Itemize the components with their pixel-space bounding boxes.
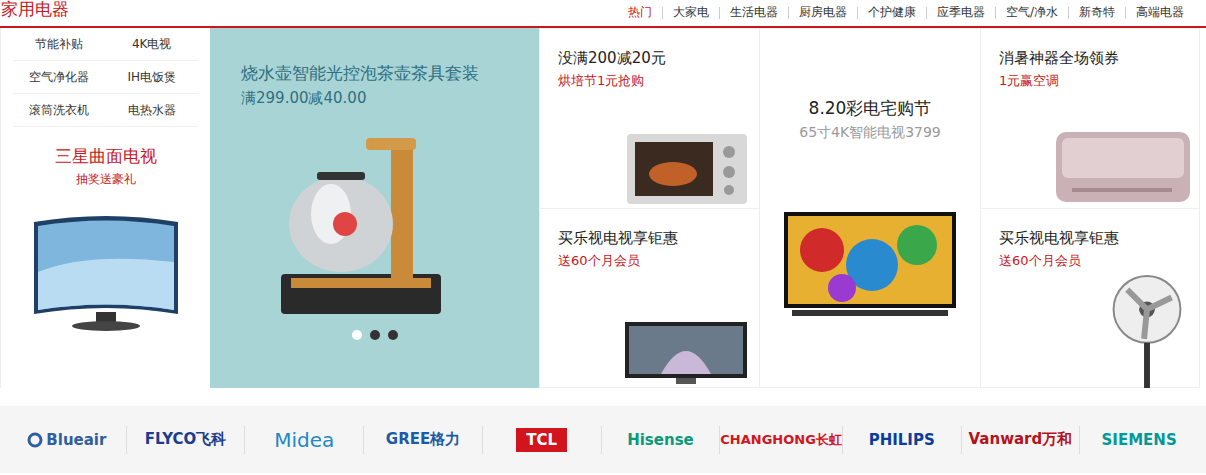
cell-title: 买乐视电视享钜惠 — [558, 229, 759, 248]
kettle-image — [271, 124, 451, 324]
nav-tab[interactable]: 空气/净水 — [996, 4, 1068, 21]
carousel-dot[interactable] — [388, 330, 398, 340]
nav-tab[interactable]: 热门 — [618, 4, 662, 21]
section-title: 家用电器 — [0, 0, 69, 26]
brand-name: FLYCO飞科 — [145, 430, 227, 449]
brand-logo[interactable]: TCL — [483, 428, 601, 452]
promo-title: 三星曲面电视 — [55, 145, 157, 168]
brand-name: GREE格力 — [386, 430, 460, 449]
promo-card[interactable]: 三星曲面电视抽奖送豪礼 — [1, 127, 210, 388]
cell-title: 消暑神器全场领券 — [999, 49, 1200, 68]
air-conditioner-image — [1052, 128, 1192, 208]
quick-link[interactable]: 电热水器 — [106, 94, 199, 127]
header-bar: 家用电器 热门大家电生活电器厨房电器个护健康应季电器空气/净水新奇特高端电器 — [0, 0, 1206, 28]
promo-cell[interactable]: 消暑神器全场领券 1元赢空调 — [980, 28, 1200, 208]
nav-tab[interactable]: 新奇特 — [1069, 4, 1125, 21]
nav-tab[interactable]: 生活电器 — [720, 4, 788, 21]
nav-separator — [1068, 7, 1069, 19]
brand-separator — [842, 426, 843, 454]
cell-subtitle: 1元赢空调 — [999, 72, 1200, 90]
cell-subtitle: 烘培节1元抢购 — [558, 72, 759, 90]
brand-logo[interactable]: Hisense — [602, 431, 720, 449]
main-area: 节能补贴4K电视空气净化器IH电饭煲滚筒洗衣机电热水器三星曲面电视抽奖送豪礼烧水… — [0, 28, 1206, 388]
nav-separator — [662, 7, 663, 19]
promo-grid: 没满200减20元烘培节1元抢购买乐视电视享钜惠送60个月会员消暑神器全场领券1… — [539, 28, 1200, 388]
fan-image — [1102, 270, 1192, 388]
carousel-dot[interactable] — [370, 330, 380, 340]
cell-title: 买乐视电视享钜惠 — [999, 229, 1200, 248]
nav-separator — [1125, 7, 1126, 19]
carousel-dots — [210, 330, 539, 340]
brand-separator — [363, 426, 364, 454]
brand-logo[interactable]: Midea — [245, 428, 363, 452]
quick-links: 节能补贴4K电视空气净化器IH电饭煲滚筒洗衣机电热水器 — [1, 28, 210, 127]
promo-cell[interactable]: 买乐视电视享钜惠送60个月会员 — [980, 208, 1200, 388]
brand-logo[interactable]: GREE格力 — [364, 430, 482, 449]
brand-logo[interactable]: Blueair — [8, 431, 126, 449]
brand-name: Hisense — [627, 431, 694, 449]
brand-logo[interactable]: PHILIPS — [843, 431, 961, 449]
feature-subtitle: 65寸4K智能电视3799 — [799, 124, 941, 142]
brand-name: PHILIPS — [869, 431, 935, 449]
brand-name: Midea — [274, 428, 334, 452]
banner-title: 烧水壶智能光控泡茶壶茶具套装 — [241, 62, 539, 85]
nav-separator — [926, 7, 927, 19]
nav-tab[interactable]: 高端电器 — [1126, 4, 1194, 21]
brand-separator — [1079, 426, 1080, 454]
brand-separator — [601, 426, 602, 454]
quick-link[interactable]: 节能补贴 — [13, 28, 106, 61]
brand-logo[interactable]: CHANGHONG长虹 — [720, 431, 842, 449]
brand-name: Vanward万和 — [969, 430, 1073, 449]
brand-strip: Blueair FLYCO飞科 Midea GREE格力 TCL Hisense CHANG… — [0, 406, 1206, 473]
cell-subtitle: 送60个月会员 — [558, 252, 759, 270]
carousel-dot[interactable] — [352, 330, 362, 340]
sidebar: 节能补贴4K电视空气净化器IH电饭煲滚筒洗衣机电热水器三星曲面电视抽奖送豪礼 — [0, 28, 210, 388]
brand-logo[interactable]: Vanward万和 — [962, 430, 1080, 449]
banner-price: 满299.00减40.00 — [241, 89, 539, 108]
cell-title: 没满200减20元 — [558, 49, 759, 68]
quick-link[interactable]: 空气净化器 — [13, 61, 106, 94]
nav-separator — [719, 7, 720, 19]
brand-logo[interactable]: FLYCO飞科 — [127, 430, 245, 449]
nav-tab[interactable]: 应季电器 — [927, 4, 995, 21]
quick-link[interactable]: 4K电视 — [106, 28, 199, 61]
brand-separator — [482, 426, 483, 454]
promo-subtitle: 抽奖送豪礼 — [76, 171, 136, 188]
promo-cell[interactable]: 没满200减20元烘培节1元抢购 — [539, 28, 759, 208]
blueair-ring-icon — [27, 432, 43, 448]
promo-cell[interactable]: 买乐视电视享钜惠送60个月会员 — [539, 208, 759, 388]
category-nav: 热门大家电生活电器厨房电器个护健康应季电器空气/净水新奇特高端电器 — [618, 4, 1206, 26]
brand-name: SIEMENS — [1102, 431, 1177, 449]
nav-separator — [788, 7, 789, 19]
feature-title: 8.20彩电宅购节 — [809, 97, 932, 120]
carousel-banner[interactable]: 烧水壶智能光控泡茶壶茶具套装满299.00减40.00 — [210, 28, 539, 388]
color-tv-image — [782, 210, 958, 322]
oven-image — [623, 128, 751, 208]
curved-tv-image — [26, 202, 186, 342]
brand-logo[interactable]: SIEMENS — [1080, 431, 1198, 449]
tv-image — [621, 318, 751, 388]
quick-link[interactable]: 滚筒洗衣机 — [13, 94, 106, 127]
brand-separator — [961, 426, 962, 454]
nav-separator — [995, 7, 996, 19]
brand-name: TCL — [516, 428, 567, 452]
brand-name: CHANGHONG长虹 — [720, 431, 842, 449]
nav-separator — [857, 7, 858, 19]
nav-tab[interactable]: 大家电 — [663, 4, 719, 21]
quick-link[interactable]: IH电饭煲 — [106, 61, 199, 94]
nav-tab[interactable]: 厨房电器 — [789, 4, 857, 21]
brand-separator — [244, 426, 245, 454]
brand-separator — [126, 426, 127, 454]
featured-card[interactable]: 8.20彩电宅购节 65寸4K智能电视3799 — [759, 28, 980, 388]
brand-name: Blueair — [46, 431, 106, 449]
nav-tab[interactable]: 个护健康 — [858, 4, 926, 21]
cell-subtitle: 送60个月会员 — [999, 252, 1200, 270]
brand-separator — [719, 426, 720, 454]
